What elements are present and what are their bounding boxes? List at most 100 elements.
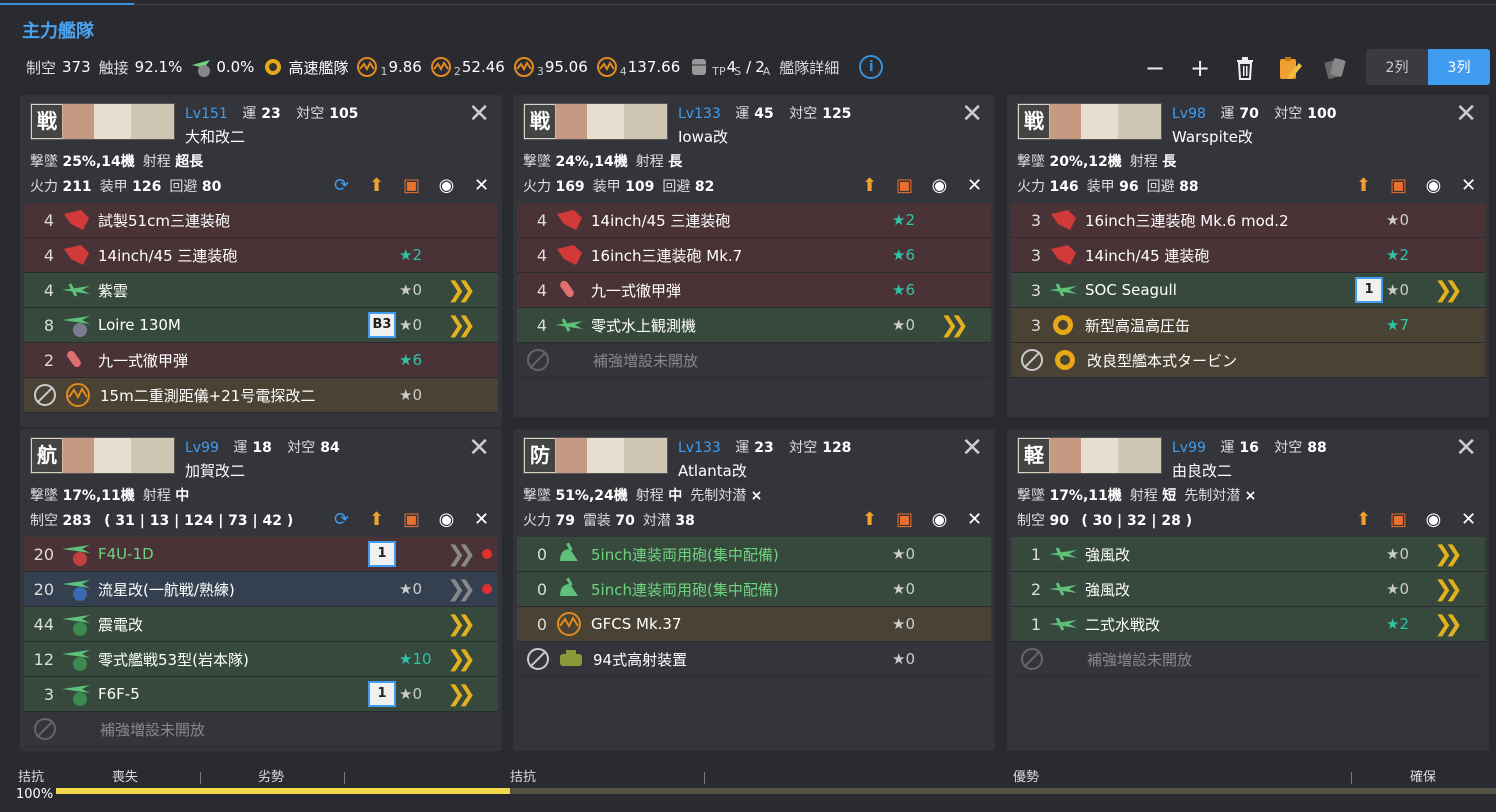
seaplane-icon [1046,576,1080,602]
eye-icon[interactable]: ◉ [1421,174,1446,196]
equipment-row[interactable]: 3 F6F-5 1 ★0 ❯❯ [24,677,498,712]
equipment-row[interactable]: 44 震電改 ❯❯ [24,607,498,642]
air-state-label-parity-left: 拮抗 [18,770,45,785]
plus-button[interactable]: + [1185,53,1215,83]
equipment-row[interactable]: 4 試製51cm三連装砲 [24,203,498,238]
minus-button[interactable]: − [1140,53,1170,83]
toolbox-icon[interactable]: ▣ [1386,174,1411,196]
ship-level[interactable]: Lv151 [185,106,228,122]
proficiency-chevron-icon: ❯❯ [447,277,476,303]
columns-2-button[interactable]: 2列 [1366,49,1428,85]
ship-level[interactable]: Lv99 [185,440,219,456]
ship-portrait[interactable]: 航 [30,437,175,474]
equipment-row[interactable]: 1 強風改 ★0 ❯❯ [1011,537,1485,572]
equipment-row[interactable]: 3 14inch/45 連装砲 ★2 [1011,238,1485,273]
edit-button[interactable] [1275,53,1305,83]
remove-ship-button[interactable]: ✕ [468,435,490,461]
luck-label: 運 [233,440,248,456]
remove-ship-button[interactable]: ✕ [468,101,490,127]
equipment-row[interactable]: 補強増設未開放 [1011,642,1485,677]
equipment-row[interactable]: 補強増設未開放 [24,712,498,747]
aa-value: 84 [320,440,340,456]
improvement-level: ★0 [1386,281,1409,299]
toolbox-icon[interactable]: ▣ [399,508,424,530]
upgrade-icon[interactable]: ⬆ [1351,174,1376,196]
ship-portrait[interactable]: 戦 [523,103,668,140]
clear-equipment-icon[interactable]: ✕ [1456,508,1481,530]
improvement-level: ★2 [892,211,915,229]
upgrade-icon[interactable]: ⬆ [857,508,882,530]
ship-name: Warspite改 [1172,128,1253,146]
equipment-row[interactable]: 4 九一式徹甲弾 ★6 [517,273,991,308]
improvement-level: ★0 [1386,545,1409,563]
ship-level[interactable]: Lv98 [1172,106,1206,122]
toolbox-icon[interactable]: ▣ [892,174,917,196]
remove-ship-button[interactable]: ✕ [1455,101,1477,127]
fleet-detail-link[interactable]: 艦隊詳細 [779,57,839,78]
sync-icon[interactable]: ⟳ [329,508,354,530]
upgrade-icon[interactable]: ⬆ [1351,508,1376,530]
equipment-row[interactable]: 2 九一式徹甲弾 ★6 [24,343,498,378]
upgrade-icon[interactable]: ⬆ [364,174,389,196]
cards-button[interactable] [1320,53,1350,83]
proficiency-chevron-icon: ❯❯ [447,576,476,602]
proficiency-badge[interactable]: B3 [368,312,396,338]
remove-ship-button[interactable]: ✕ [1455,435,1477,461]
eye-icon[interactable]: ◉ [927,508,952,530]
eye-icon[interactable]: ◉ [434,508,459,530]
eye-icon[interactable]: ◉ [434,174,459,196]
equipment-row[interactable]: 20 流星改(一航戦/熟練) ★0 ❯❯ [24,572,498,607]
equipment-row[interactable]: 4 零式水上観測機 ★0 ❯❯ [517,308,991,343]
equipment-row[interactable]: 20 F4U-1D 1 ❯❯ [24,537,498,572]
toolbox-icon[interactable]: ▣ [399,174,424,196]
clear-equipment-icon[interactable]: ✕ [962,508,987,530]
equipment-row[interactable]: 補強増設未開放 [517,343,991,378]
equipment-row[interactable]: 8 Loire 130M B3 ★0 ❯❯ [24,308,498,343]
equipment-row[interactable]: 改良型艦本式タービン [1011,343,1485,378]
eye-icon[interactable]: ◉ [927,174,952,196]
equipment-row[interactable]: 0 5inch連装両用砲(集中配備) ★0 [517,572,991,607]
equipment-row[interactable]: 2 強風改 ★0 ❯❯ [1011,572,1485,607]
toolbox-icon[interactable]: ▣ [1386,508,1411,530]
equipment-row[interactable]: 15m二重測距儀+21号電探改二 ★0 [24,378,498,413]
equipment-row[interactable]: 1 二式水戦改 ★2 ❯❯ [1011,607,1485,642]
remove-ship-button[interactable]: ✕ [961,435,983,461]
clear-equipment-icon[interactable]: ✕ [962,174,987,196]
equipment-row[interactable]: 0 GFCS Mk.37 ★0 [517,607,991,642]
toolbox-icon[interactable]: ▣ [892,508,917,530]
columns-3-button[interactable]: 3列 [1428,49,1490,85]
remove-ship-button[interactable]: ✕ [961,101,983,127]
clear-equipment-icon[interactable]: ✕ [469,174,494,196]
clear-equipment-icon[interactable]: ✕ [1456,174,1481,196]
equipment-row[interactable]: 3 SOC Seagull 1 ★0 ❯❯ [1011,273,1485,308]
equipment-row[interactable]: 12 零式艦戦53型(岩本隊) ★10 ❯❯ [24,642,498,677]
ship-portrait[interactable]: 戦 [1017,103,1162,140]
equipment-row[interactable]: 4 16inch三連装砲 Mk.7 ★6 [517,238,991,273]
sync-icon[interactable]: ⟳ [329,174,354,196]
equipment-row[interactable]: 4 紫雲 ★0 ❯❯ [24,273,498,308]
ship-portrait[interactable]: 軽 [1017,437,1162,474]
ship-portrait[interactable]: 防 [523,437,668,474]
upgrade-icon[interactable]: ⬆ [364,508,389,530]
equipment-row[interactable]: 0 5inch連装両用砲(集中配備) ★0 [517,537,991,572]
equipment-row[interactable]: 4 14inch/45 三連装砲 ★2 [517,203,991,238]
upgrade-icon[interactable]: ⬆ [857,174,882,196]
proficiency-badge[interactable]: 1 [1355,277,1383,303]
equipment-row[interactable]: 4 14inch/45 三連装砲 ★2 [24,238,498,273]
equipment-row[interactable]: 94式高射装置 ★0 [517,642,991,677]
equipment-row[interactable]: 3 新型高温高圧缶 ★7 [1011,308,1485,343]
proficiency-badge[interactable]: 1 [368,541,396,567]
clear-equipment-icon[interactable]: ✕ [469,508,494,530]
eye-icon[interactable]: ◉ [1421,508,1446,530]
ship-level[interactable]: Lv99 [1172,440,1206,456]
proficiency-badge[interactable]: 1 [368,681,396,707]
delete-button[interactable] [1230,53,1260,83]
equipment-row[interactable]: 3 16inch三連装砲 Mk.6 mod.2 ★0 [1011,203,1485,238]
ship-level[interactable]: Lv133 [678,106,721,122]
ship-portrait[interactable]: 戦 [30,103,175,140]
ship-header: Lv151 運 23 対空 105 [185,103,369,123]
equipment-name: 紫雲 [98,281,129,300]
info-icon[interactable]: i [859,55,884,79]
improvement-level: ★0 [892,650,915,668]
ship-level[interactable]: Lv133 [678,440,721,456]
